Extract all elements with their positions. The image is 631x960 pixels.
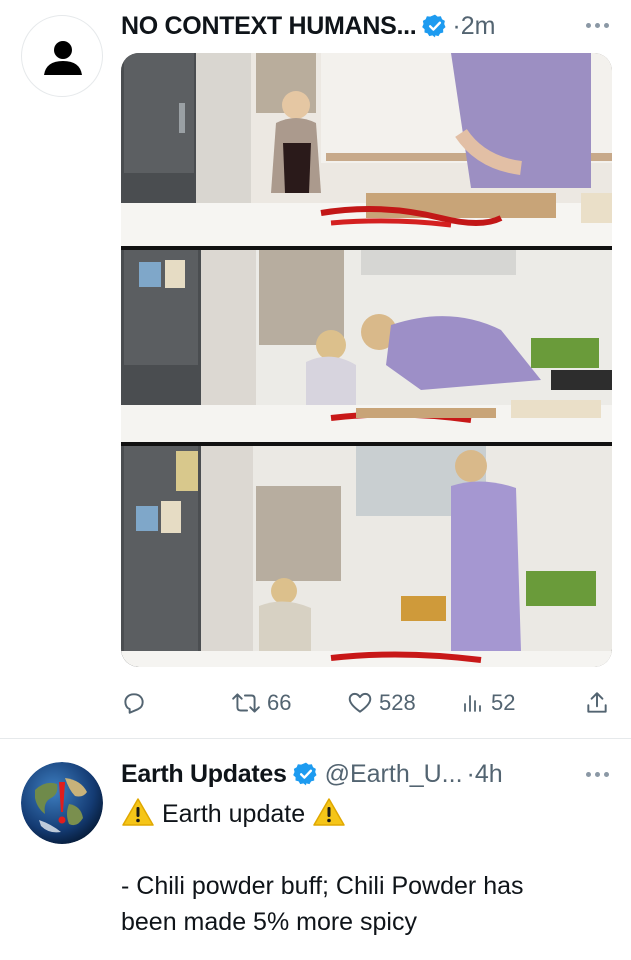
retweet-count: 66 xyxy=(267,690,292,715)
kitchen-scene-image xyxy=(121,53,612,246)
media-frame-2 xyxy=(121,250,612,442)
avatar[interactable] xyxy=(21,15,103,97)
like-button[interactable]: 528 xyxy=(347,686,416,720)
timestamp[interactable]: 2m xyxy=(461,12,496,41)
reply-button[interactable] xyxy=(121,686,147,720)
tweet-text-headline: Earth update xyxy=(161,800,306,828)
reply-icon xyxy=(124,693,144,714)
author-name[interactable]: Earth Updates xyxy=(121,760,287,789)
like-count: 528 xyxy=(379,690,416,715)
verified-badge-icon xyxy=(422,14,446,38)
tweet-media-image[interactable] xyxy=(121,53,612,667)
more-dots-icon[interactable] xyxy=(586,772,609,777)
author-handle[interactable]: @Earth_U... xyxy=(325,760,463,789)
avatar[interactable] xyxy=(21,762,103,844)
kitchen-scene-image xyxy=(121,446,612,667)
media-frame-3 xyxy=(121,446,612,667)
earth-globe-icon xyxy=(21,762,103,844)
timestamp[interactable]: 4h xyxy=(475,760,503,789)
views-button[interactable]: 52 xyxy=(461,686,515,720)
retweet-icon xyxy=(232,693,260,713)
more-dots-icon[interactable] xyxy=(586,23,609,28)
separator-dot: · xyxy=(452,11,461,40)
share-button[interactable] xyxy=(584,686,610,720)
warning-icon xyxy=(122,798,154,826)
warning-icon xyxy=(313,798,345,826)
tweet-divider xyxy=(0,738,631,739)
media-frame-1 xyxy=(121,53,612,246)
tweet-header: Earth Updates @Earth_U... · 4h xyxy=(121,756,503,792)
views-chart-icon xyxy=(464,695,481,712)
tweet-text-line: - Chili powder buff; Chili Powder has xyxy=(121,872,524,900)
view-count: 52 xyxy=(491,690,516,715)
tweet-text-line: Earth update xyxy=(121,796,611,832)
tweet-card[interactable]: NO CONTEXT HUMANS... · 2m 66 528 52 xyxy=(0,0,631,738)
author-name[interactable]: NO CONTEXT HUMANS... xyxy=(121,12,417,41)
tweet-text-line: been made 5% more spicy xyxy=(121,908,417,936)
tweet-header: NO CONTEXT HUMANS... · 2m xyxy=(121,8,495,44)
separator-dot: · xyxy=(466,759,475,788)
retweet-button[interactable]: 66 xyxy=(231,686,291,720)
verified-badge-icon xyxy=(292,762,317,786)
tweet-text: Earth update - Chili powder buff; Chili … xyxy=(121,796,611,940)
default-person-icon xyxy=(44,41,82,75)
share-icon xyxy=(587,692,607,713)
tweet-action-bar: 66 528 52 xyxy=(121,686,612,720)
kitchen-scene-image xyxy=(121,250,612,442)
heart-icon xyxy=(348,692,372,713)
